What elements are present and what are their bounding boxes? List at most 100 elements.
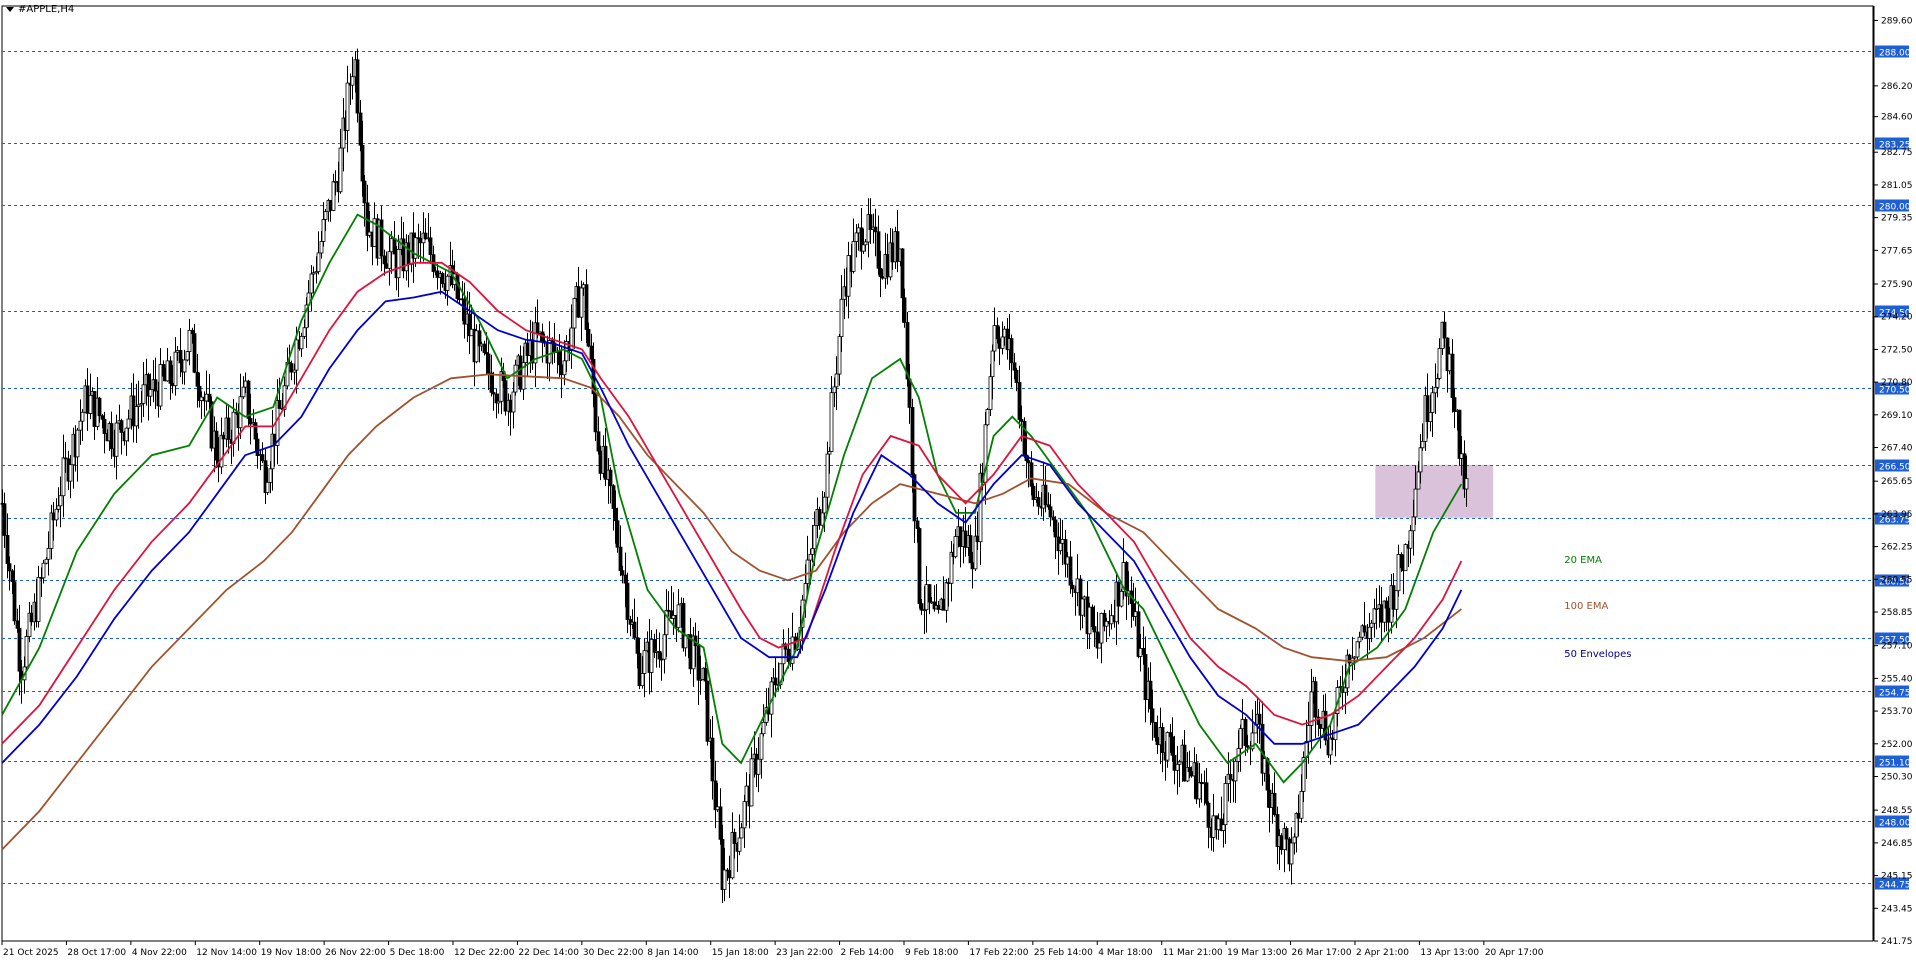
price-candle <box>97 397 102 417</box>
dropdown-triangle-icon[interactable] <box>6 7 14 12</box>
price-candle <box>652 639 657 653</box>
price-candle <box>294 339 299 371</box>
price-candle <box>910 407 915 476</box>
price-candle <box>1172 754 1177 771</box>
x-tick-label: 21 Oct 2025 <box>3 948 59 958</box>
price-candle <box>1296 813 1301 819</box>
price-candle <box>1459 453 1464 459</box>
price-candle <box>671 615 676 619</box>
price-candle <box>1197 781 1202 800</box>
x-tick-label: 9 Feb 18:00 <box>905 948 959 958</box>
price-candle <box>611 485 616 509</box>
price-candle <box>722 869 727 890</box>
chart-area[interactable]: #APPLE,H4 288.00 283.25 280.00 274.50 270.50… <box>0 0 1916 963</box>
price-candle <box>907 378 912 408</box>
price-candle <box>654 650 659 653</box>
support-zone-rect <box>1375 464 1494 518</box>
price-candle <box>1060 539 1065 544</box>
price-candle <box>1058 542 1063 552</box>
price-candle <box>1097 642 1102 649</box>
level-label: 254.75 <box>1879 689 1911 699</box>
y-tick-label: 265.65 <box>1881 477 1913 487</box>
price-candle <box>1221 824 1226 831</box>
x-tick-label: 13 Apr 13:00 <box>1420 948 1479 958</box>
indicator-line <box>1 213 1463 784</box>
price-candle <box>737 837 742 852</box>
price-candle <box>1141 648 1146 655</box>
price-candle <box>44 558 49 564</box>
x-tick-label: 11 Mar 21:00 <box>1163 948 1223 958</box>
price-candle <box>895 231 900 262</box>
x-tick-label: 22 Dec 14:00 <box>518 948 579 958</box>
price-candle <box>1399 554 1404 569</box>
price-candle <box>642 650 647 674</box>
price-candle <box>384 263 389 269</box>
price-candle <box>1148 680 1153 710</box>
price-candle <box>518 355 523 390</box>
price-candle <box>846 255 851 297</box>
price-candle <box>496 400 501 404</box>
price-candle <box>936 605 941 610</box>
price-candle <box>1279 835 1284 851</box>
price-candle <box>1289 842 1294 865</box>
price-candle <box>1437 348 1442 379</box>
x-tick-label: 2 Apr 21:00 <box>1356 948 1409 958</box>
price-candle <box>1355 641 1360 658</box>
x-tick-label: 25 Feb 14:00 <box>1034 948 1093 958</box>
x-tick-label: 26 Mar 17:00 <box>1292 948 1352 958</box>
price-candle <box>418 238 423 244</box>
price-candle <box>1155 737 1160 746</box>
y-tick-label: 252.00 <box>1881 740 1913 750</box>
price-candle <box>2 503 7 536</box>
price-candle <box>1379 604 1384 623</box>
price-candle <box>1425 395 1430 423</box>
y-tick-label: 258.85 <box>1881 608 1913 618</box>
price-candle <box>1267 789 1272 808</box>
price-candle <box>311 272 316 275</box>
price-candle <box>1043 484 1048 506</box>
price-candle <box>92 391 97 427</box>
price-candle <box>579 287 584 318</box>
price-candle <box>362 180 367 204</box>
price-candle <box>659 658 664 661</box>
price-candle <box>662 634 667 660</box>
price-candle <box>1372 608 1377 624</box>
price-candle <box>832 386 837 394</box>
price-candle <box>968 535 973 564</box>
price-candle <box>102 418 107 434</box>
y-tick-label: 272.50 <box>1881 345 1913 355</box>
level-label: 288.00 <box>1879 49 1911 59</box>
price-candle <box>1464 478 1469 490</box>
price-candle <box>1420 440 1425 449</box>
price-candle <box>863 241 868 246</box>
price-candle <box>299 335 304 350</box>
price-candle <box>1330 737 1335 741</box>
price-candle <box>1408 530 1413 549</box>
price-candle <box>387 251 392 269</box>
price-candle <box>1009 338 1014 364</box>
price-candle <box>1452 397 1457 412</box>
y-tick-label: 274.20 <box>1881 313 1913 323</box>
price-candle <box>5 535 10 565</box>
price-candle <box>221 434 226 440</box>
price-candle <box>119 420 124 433</box>
price-candle <box>1170 736 1175 756</box>
y-tick-label: 279.35 <box>1881 214 1913 224</box>
price-candle <box>1233 760 1238 782</box>
price-candle <box>618 546 623 572</box>
price-candle <box>613 508 618 522</box>
price-candle <box>990 350 995 378</box>
price-candle <box>114 422 119 457</box>
price-candle <box>732 832 737 844</box>
price-candle <box>469 328 474 337</box>
price-candle <box>1433 386 1438 394</box>
price-candle <box>508 399 513 413</box>
price-candle <box>265 481 270 493</box>
price-candle <box>890 242 895 263</box>
price-candle <box>1333 713 1338 741</box>
indicator-line <box>1 290 1463 764</box>
price-candle <box>392 238 397 255</box>
price-candle <box>710 737 715 782</box>
price-candle <box>839 298 844 338</box>
price-chart[interactable]: 288.00283.25280.00274.50270.50266.50263.… <box>0 0 1916 963</box>
